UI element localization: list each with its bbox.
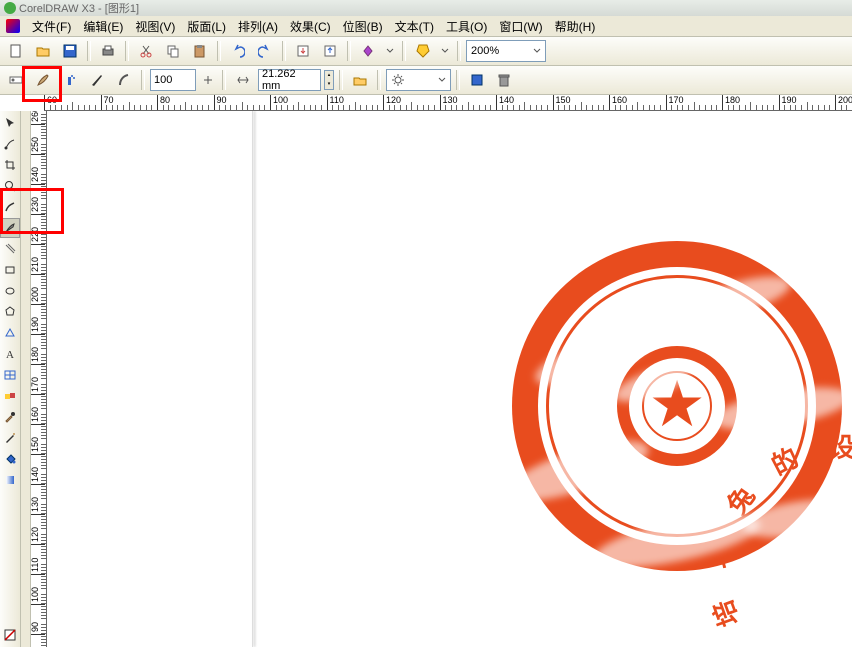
menu-edit[interactable]: 编辑(E) [77, 16, 129, 37]
dropdown-button[interactable] [383, 39, 397, 63]
polygon-tool[interactable] [0, 302, 20, 322]
toolbox-flyout-strip [21, 111, 31, 647]
import-button[interactable] [291, 39, 315, 63]
width-spinner[interactable]: ▴▾ [324, 70, 334, 90]
cut-button[interactable] [134, 39, 158, 63]
menu-text[interactable]: 文本(T) [389, 16, 440, 37]
app-icon[interactable] [6, 19, 20, 33]
interactive-fill-tool[interactable] [0, 470, 20, 490]
save-button[interactable] [58, 39, 82, 63]
canvas[interactable]: ★ 培培兔的设计小天地 [47, 111, 852, 647]
smart-drawing-tool[interactable] [0, 239, 20, 259]
smoothing-slider-btn[interactable] [199, 68, 217, 92]
smoothing-input[interactable]: 100 [150, 69, 196, 91]
toolbox: A [0, 111, 21, 647]
hint-button[interactable] [411, 39, 435, 63]
outline-tool[interactable] [0, 428, 20, 448]
menu-bitmap[interactable]: 位图(B) [337, 16, 389, 37]
calligraphic-icon[interactable] [85, 68, 109, 92]
table-tool[interactable] [0, 365, 20, 385]
menu-arrange[interactable]: 排列(A) [232, 16, 284, 37]
work-area: A 26025024023022021020019018017016015014… [0, 111, 852, 647]
browse-button[interactable] [348, 68, 372, 92]
brush-stroke-select[interactable] [386, 69, 451, 91]
redo-button[interactable] [253, 39, 277, 63]
freehand-tool[interactable] [0, 197, 20, 217]
shape-tool[interactable] [0, 134, 20, 154]
basic-shapes-tool[interactable] [0, 323, 20, 343]
artistic-media-tool[interactable] [0, 218, 20, 238]
stamp-graphic: ★ 培培兔的设计小天地 [512, 241, 842, 571]
open-button[interactable] [31, 39, 55, 63]
new-button[interactable] [4, 39, 28, 63]
crop-tool[interactable] [0, 155, 20, 175]
width-icon[interactable] [231, 68, 255, 92]
menu-layout[interactable]: 版面(L) [181, 16, 232, 37]
presets-button[interactable] [4, 68, 28, 92]
blend-tool[interactable] [0, 386, 20, 406]
zoom-select[interactable]: 200% [466, 40, 546, 62]
standard-toolbar: 200% [0, 37, 852, 66]
rectangle-tool[interactable] [0, 260, 20, 280]
app-launcher-button[interactable] [356, 39, 380, 63]
text-tool[interactable]: A [0, 344, 20, 364]
menu-view[interactable]: 视图(V) [129, 16, 181, 37]
print-button[interactable] [96, 39, 120, 63]
zoom-value: 200% [471, 45, 499, 57]
save-brush-button[interactable] [465, 68, 489, 92]
menu-effects[interactable]: 效果(C) [284, 16, 337, 37]
menubar: 文件(F) 编辑(E) 视图(V) 版面(L) 排列(A) 效果(C) 位图(B… [0, 16, 852, 37]
ruler-vertical[interactable]: 2602502402302202102001901801701601501401… [31, 111, 47, 647]
fill-tool[interactable] [0, 449, 20, 469]
svg-text:A: A [6, 349, 14, 360]
title-text: CorelDRAW X3 - [图形1] [19, 0, 139, 16]
titlebar: CorelDRAW X3 - [图形1] [0, 0, 852, 16]
menu-help[interactable]: 帮助(H) [549, 16, 602, 37]
page-shadow [252, 111, 253, 647]
export-button[interactable] [318, 39, 342, 63]
sprayer-tool-icon[interactable] [58, 68, 82, 92]
ellipse-tool[interactable] [0, 281, 20, 301]
sun-brush-icon [391, 73, 405, 87]
zoom-tool[interactable] [0, 176, 20, 196]
eyedropper-tool[interactable] [0, 407, 20, 427]
no-fill-indicator[interactable] [0, 625, 20, 645]
app-icon-small [4, 2, 16, 14]
menu-file[interactable]: 文件(F) [26, 16, 77, 37]
ruler-horizontal[interactable]: 6070809010011012013014015016017018019020… [44, 95, 852, 111]
property-toolbar: 100 21.262 mm ▴▾ [0, 66, 852, 95]
dropdown2-button[interactable] [438, 39, 452, 63]
pressure-icon[interactable] [112, 68, 136, 92]
width-input[interactable]: 21.262 mm [258, 69, 321, 91]
menu-tools[interactable]: 工具(O) [440, 16, 493, 37]
undo-button[interactable] [226, 39, 250, 63]
pick-tool[interactable] [0, 113, 20, 133]
paste-button[interactable] [188, 39, 212, 63]
copy-button[interactable] [161, 39, 185, 63]
delete-brush-button[interactable] [492, 68, 516, 92]
menu-window[interactable]: 窗口(W) [493, 16, 548, 37]
brush-tool-icon[interactable] [31, 68, 55, 92]
